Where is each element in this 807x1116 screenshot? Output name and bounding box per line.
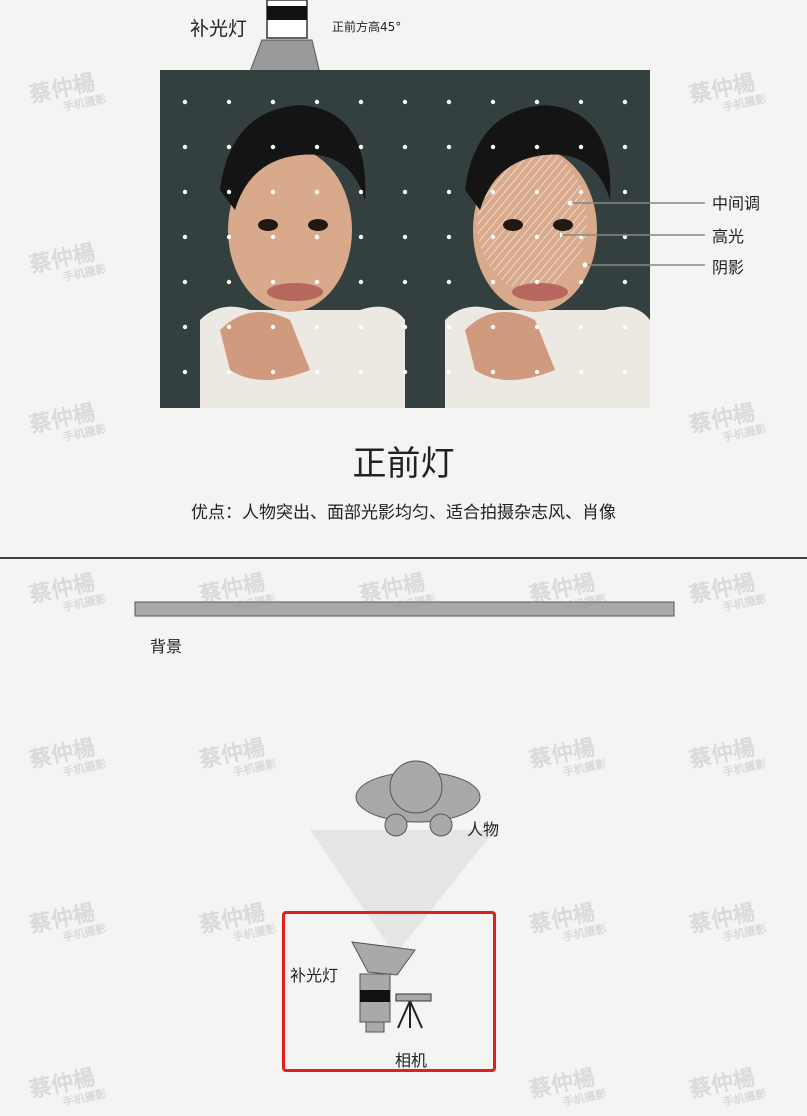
- grid-dot: [314, 279, 320, 285]
- background-bar: [134, 601, 675, 617]
- grid-dot: [182, 234, 188, 240]
- grid-dot: [446, 144, 452, 150]
- midtone-label: 中间调: [712, 194, 760, 213]
- grid-dot: [490, 189, 496, 195]
- grid-dot: [534, 189, 540, 195]
- grid-dot: [314, 324, 320, 330]
- watermark: 蔡仲楊 手机摄影: [687, 70, 768, 114]
- grid-dot: [490, 99, 496, 105]
- grid-dot: [182, 144, 188, 150]
- grid-dot: [534, 324, 540, 330]
- highlight-box: [282, 911, 496, 1072]
- grid-dot: [622, 369, 628, 375]
- grid-dot: [402, 234, 408, 240]
- grid-dot: [182, 99, 188, 105]
- section-divider: [0, 557, 807, 559]
- highlight-label: 高光: [712, 227, 744, 246]
- grid-dot: [446, 324, 452, 330]
- shadow-label: 阴影: [712, 258, 744, 277]
- person-icon: [355, 760, 481, 837]
- grid-dot: [490, 279, 496, 285]
- grid-dot: [358, 144, 364, 150]
- grid-dot: [578, 369, 584, 375]
- light-position-label: 正前方高45°: [332, 20, 402, 34]
- grid-dot: [534, 144, 540, 150]
- grid-dot: [182, 369, 188, 375]
- grid-dot: [314, 189, 320, 195]
- grid-dot: [534, 369, 540, 375]
- grid-dot: [270, 279, 276, 285]
- grid-dot: [182, 324, 188, 330]
- grid-dot: [270, 99, 276, 105]
- grid-dot: [182, 279, 188, 285]
- grid-dot: [490, 144, 496, 150]
- grid-dot: [622, 99, 628, 105]
- grid-dot: [446, 369, 452, 375]
- grid-dot: [446, 279, 452, 285]
- grid-dot: [358, 324, 364, 330]
- grid-dot: [314, 369, 320, 375]
- grid-dot: [270, 324, 276, 330]
- watermark: 蔡仲楊 手机摄影: [27, 70, 108, 114]
- grid-dot: [578, 324, 584, 330]
- grid-dot: [270, 189, 276, 195]
- watermark: 蔡仲楊 手机摄影: [27, 240, 108, 284]
- grid-dot: [314, 234, 320, 240]
- grid-dot: [446, 189, 452, 195]
- grid-dot: [402, 144, 408, 150]
- grid-dot: [270, 369, 276, 375]
- grid-dot: [446, 234, 452, 240]
- grid-dot: [402, 99, 408, 105]
- grid-dot: [402, 189, 408, 195]
- grid-dot: [402, 279, 408, 285]
- grid-dot: [358, 279, 364, 285]
- grid-dot: [534, 234, 540, 240]
- grid-dot: [226, 99, 232, 105]
- grid-dot: [534, 99, 540, 105]
- top-light-label: 补光灯: [190, 18, 248, 40]
- background-label: 背景: [150, 637, 183, 656]
- grid-dot: [270, 144, 276, 150]
- grid-dot: [490, 324, 496, 330]
- tone-callouts: 中间调 高光 阴影: [560, 194, 760, 277]
- grid-dot: [446, 99, 452, 105]
- grid-dot: [358, 234, 364, 240]
- grid-dot: [622, 324, 628, 330]
- grid-dot: [358, 189, 364, 195]
- grid-dot: [182, 189, 188, 195]
- grid-dot: [226, 369, 232, 375]
- page-title: 正前灯: [352, 444, 455, 484]
- grid-dot: [622, 144, 628, 150]
- grid-dot: [490, 234, 496, 240]
- grid-dot: [314, 99, 320, 105]
- grid-dot: [402, 324, 408, 330]
- person-label: 人物: [467, 820, 500, 839]
- grid-dot: [226, 189, 232, 195]
- grid-dot: [402, 369, 408, 375]
- advantages-text: 优点：人物突出、面部光影均匀、适合拍摄杂志风、肖像: [191, 503, 616, 523]
- grid-dot: [358, 369, 364, 375]
- grid-dot: [226, 324, 232, 330]
- grid-dot: [314, 144, 320, 150]
- grid-dot: [226, 144, 232, 150]
- grid-dot: [578, 99, 584, 105]
- grid-dot: [490, 369, 496, 375]
- grid-dot: [578, 144, 584, 150]
- grid-dot: [270, 234, 276, 240]
- grid-dot: [534, 279, 540, 285]
- grid-dot: [226, 279, 232, 285]
- grid-dot: [358, 99, 364, 105]
- grid-dot: [226, 234, 232, 240]
